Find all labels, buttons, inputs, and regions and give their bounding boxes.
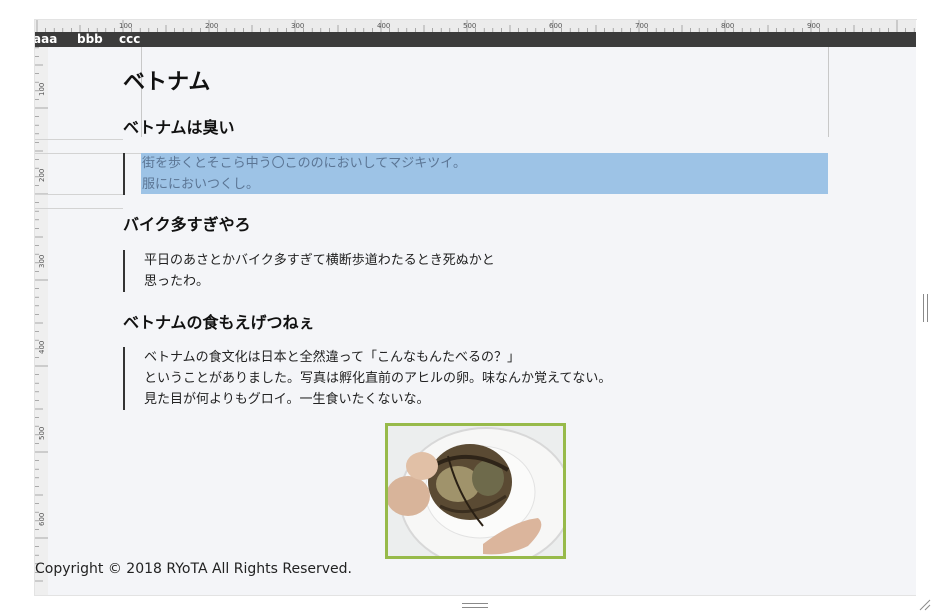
layout-guide-vertical: [828, 47, 829, 137]
ruler-label: 300: [38, 255, 46, 268]
ruler-label: 700: [635, 22, 648, 30]
balut-egg-photo: [385, 423, 566, 559]
nav-item-bbb[interactable]: bbb: [77, 31, 103, 47]
ruler-label: 200: [38, 169, 46, 182]
ruler-label: 600: [38, 513, 46, 526]
quote-line: ということがありました。写真は孵化直前のアヒルの卵。味なんか覚えてない。: [144, 371, 612, 386]
blockquote-smell-text: 街を歩くとそこら中う〇こののにおいしてマジキツイ。 服ににおいつくし。: [142, 153, 466, 195]
ruler-label: 200: [205, 22, 218, 30]
quote-line: 思ったわ。: [144, 274, 210, 289]
viewport-margin: [916, 20, 950, 615]
preview-frame: 100 200 300 400 500 600 700 800 900 100 200 300 400…: [35, 20, 916, 595]
footer-copyright: Copyright © 2018 RYoTA All Rights Reserv…: [35, 561, 352, 577]
top-navbar: aaa bbb ccc: [35, 32, 916, 47]
blockquote-smell: [123, 153, 144, 195]
quote-line: 服ににおいつくし。: [142, 177, 260, 192]
ruler-label: 100: [119, 22, 132, 30]
resize-corner-grip-icon[interactable]: [918, 598, 932, 612]
layout-guide-horizontal: [35, 139, 123, 140]
section-heading-food: ベトナムの食もえげつねぇ: [123, 313, 315, 332]
ruler-label: 600: [549, 22, 562, 30]
ruler-label: 800: [721, 22, 734, 30]
section-heading-bikes: バイク多すぎやろ: [123, 215, 251, 234]
nav-item-ccc[interactable]: ccc: [119, 31, 140, 47]
vertical-ruler: 100 200 300 400 500 600: [35, 32, 48, 595]
ruler-label: 100: [38, 83, 46, 96]
resize-handle-horizontal-icon[interactable]: [462, 603, 488, 608]
ruler-label: 300: [291, 22, 304, 30]
ruler-label: 500: [463, 22, 476, 30]
layout-guide-horizontal: [35, 194, 123, 195]
quote-line: 平日のあさとかバイク多すぎて横断歩道わたるとき死ぬかと: [144, 253, 495, 268]
quote-line: ベトナムの食文化は日本と全然違って「こんなもんたべるの？」: [144, 350, 520, 365]
page-title: ベトナム: [123, 70, 211, 95]
ruler-label: 500: [38, 427, 46, 440]
quote-line: 見た目が何よりもグロイ。一生食いたくないな。: [144, 392, 430, 407]
resize-handle-vertical-icon[interactable]: [923, 294, 928, 322]
nav-item-aaa[interactable]: aaa: [35, 31, 57, 47]
quote-line: 街を歩くとそこら中う〇こののにおいしてマジキツイ。: [142, 156, 466, 171]
ruler-label: 900: [807, 22, 820, 30]
blockquote-food: ベトナムの食文化は日本と全然違って「こんなもんたべるの？」 ということがありまし…: [123, 347, 611, 410]
layout-guide-horizontal: [35, 208, 123, 209]
section-heading-smell: ベトナムは臭い: [123, 118, 235, 137]
horizontal-ruler: 100 200 300 400 500 600 700 800 900: [35, 20, 916, 32]
blockquote-bikes: 平日のあさとかバイク多すぎて横断歩道わたるとき死ぬかと 思ったわ。: [123, 250, 495, 292]
ruler-label: 400: [38, 341, 46, 354]
ruler-label: 400: [377, 22, 390, 30]
